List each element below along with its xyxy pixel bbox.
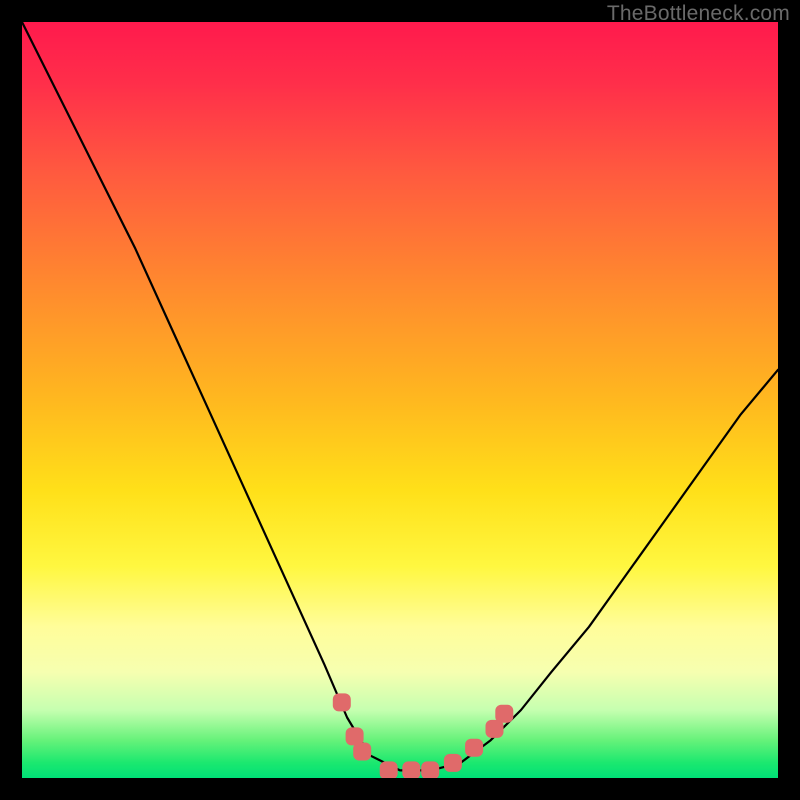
data-marker: [495, 705, 513, 723]
data-marker: [380, 761, 398, 778]
marker-layer: [333, 693, 514, 778]
plot-area: [22, 22, 778, 778]
chart-svg: [22, 22, 778, 778]
data-marker: [421, 761, 439, 778]
data-marker: [353, 743, 371, 761]
data-marker: [465, 739, 483, 757]
data-marker: [333, 693, 351, 711]
curve-layer: [22, 22, 778, 770]
chart-container: TheBottleneck.com: [0, 0, 800, 800]
series-curve: [22, 22, 778, 770]
data-marker: [402, 761, 420, 778]
watermark-text: TheBottleneck.com: [607, 2, 790, 26]
data-marker: [444, 754, 462, 772]
